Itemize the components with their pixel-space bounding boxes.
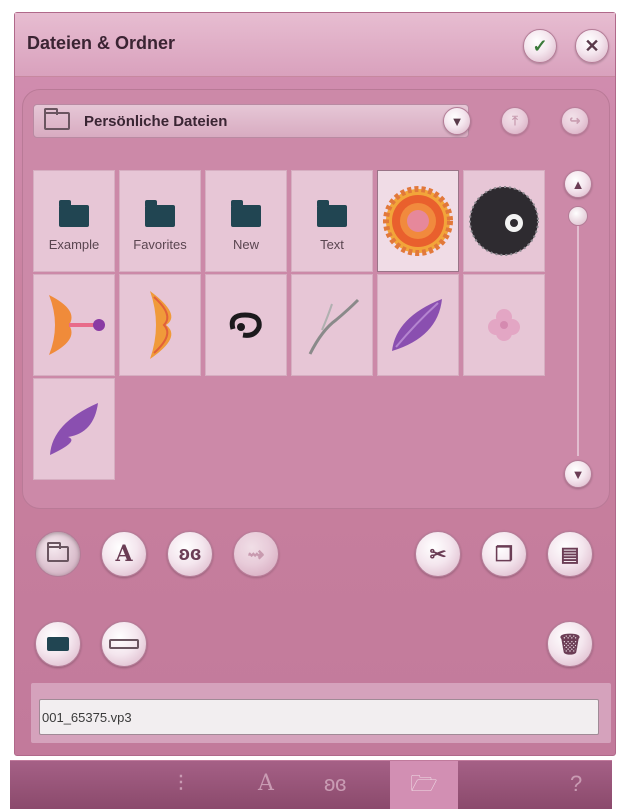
design-tile[interactable]: [377, 274, 459, 376]
branch-design-thumbnail: [308, 298, 360, 355]
confirm-button[interactable]: ✓: [523, 29, 557, 63]
folder-open-icon: 🗁: [410, 770, 438, 796]
check-icon: ✓: [532, 35, 548, 56]
rename-button[interactable]: [101, 621, 147, 667]
purple-leaf-design-thumbnail: [392, 299, 442, 351]
chevron-down-icon: ▼: [571, 466, 585, 482]
scissors-icon: ✂: [429, 543, 447, 566]
folder-icon: [59, 199, 89, 227]
folder-label: Example: [48, 236, 100, 252]
folder-next-button[interactable]: ↪: [561, 107, 589, 135]
scroll-down-button[interactable]: ▼: [564, 460, 592, 488]
font-menu-icon[interactable]: A: [258, 771, 274, 796]
new-folder-button[interactable]: [35, 621, 81, 667]
lace-circle-design-thumbnail: [469, 186, 539, 256]
butterfly-icon: ʚɞ: [178, 542, 202, 565]
chevron-up-icon: ▲: [571, 176, 585, 192]
flower-design-thumbnail: [383, 186, 453, 256]
filename-field[interactable]: 001_65375.vp3: [39, 699, 599, 735]
close-button[interactable]: ✕: [575, 29, 609, 63]
chevron-down-icon: ▼: [450, 113, 464, 129]
folder-up-button[interactable]: ⤒: [501, 107, 529, 135]
file-browser-panel: Persönliche Dateien ▼ ⤒ ↪ Example Favori…: [22, 89, 610, 509]
bottom-navigation-bar: ⫶ A ʚɞ 🗁 ?: [10, 760, 612, 809]
folder-path-dropdown[interactable]: Persönliche Dateien: [33, 104, 469, 138]
folder-label: Favorites: [133, 236, 187, 252]
filter-folders-button[interactable]: [35, 531, 81, 577]
folder-icon: [44, 108, 70, 130]
dropdown-arrow-button[interactable]: ▼: [443, 107, 471, 135]
design-tile[interactable]: [463, 170, 545, 272]
scroll-track[interactable]: [577, 210, 579, 456]
usb-button[interactable]: ⇝: [233, 531, 279, 577]
scrollbar[interactable]: ▲ ▼: [561, 170, 595, 496]
copy-button[interactable]: ❐: [481, 531, 527, 577]
usb-icon: ⇝: [247, 543, 265, 566]
stitch-menu-icon[interactable]: ⫶: [178, 771, 184, 797]
folder-up-icon: ⤒: [512, 113, 518, 128]
design-tile[interactable]: [205, 274, 287, 376]
copy-icon: ❐: [495, 543, 513, 566]
design-tile[interactable]: [119, 274, 201, 376]
folder-next-icon: ↪: [569, 113, 581, 128]
rename-field-icon: [109, 639, 139, 649]
pink-flower-design-thumbnail: [488, 309, 520, 341]
design-tile[interactable]: [33, 378, 115, 480]
dialog-title: Dateien & Ordner: [27, 33, 176, 53]
folder-tile[interactable]: Favorites: [119, 170, 201, 272]
current-folder-label: Persönliche Dateien: [84, 112, 228, 130]
folder-tile[interactable]: New: [205, 170, 287, 272]
design-tile[interactable]: [33, 274, 115, 376]
folder-tile[interactable]: Text: [291, 170, 373, 272]
scroll-thumb[interactable]: [568, 206, 588, 226]
butterfly-half-design-thumbnail: [49, 295, 105, 355]
design-tile[interactable]: [377, 170, 459, 272]
design-tile[interactable]: [463, 274, 545, 376]
design-menu-icon[interactable]: ʚɞ: [324, 771, 346, 797]
close-icon: ✕: [584, 35, 600, 56]
files-folders-dialog: Dateien & Ordner ✓ ✕ Persönliche Dateien…: [14, 12, 616, 756]
folder-icon: [145, 199, 175, 227]
paste-icon: ▤: [560, 543, 580, 566]
folder-icon: [47, 542, 69, 562]
scroll-up-button[interactable]: ▲: [564, 170, 592, 198]
cut-button[interactable]: ✂: [415, 531, 461, 577]
trash-icon: 🗑: [557, 633, 583, 656]
wing-design-thumbnail: [150, 291, 172, 359]
folder-label: Text: [320, 236, 344, 252]
new-folder-icon: [47, 637, 69, 651]
filter-designs-button[interactable]: ʚɞ: [167, 531, 213, 577]
design-tile[interactable]: [291, 274, 373, 376]
filter-fonts-button[interactable]: A: [101, 531, 147, 577]
help-icon[interactable]: ?: [570, 771, 582, 797]
folder-icon: [231, 199, 261, 227]
title-bar: Dateien & Ordner ✓ ✕: [15, 13, 615, 77]
folder-icon: [317, 199, 347, 227]
paste-button[interactable]: ▤: [547, 531, 593, 577]
folder-label: New: [232, 236, 259, 252]
swirl-design-thumbnail: [229, 312, 262, 338]
folder-tile[interactable]: Example: [33, 170, 115, 272]
purple-feather-design-thumbnail: [50, 403, 98, 455]
files-tab[interactable]: 🗁: [390, 761, 458, 809]
delete-button[interactable]: 🗑: [547, 621, 593, 667]
font-icon: A: [115, 541, 133, 567]
